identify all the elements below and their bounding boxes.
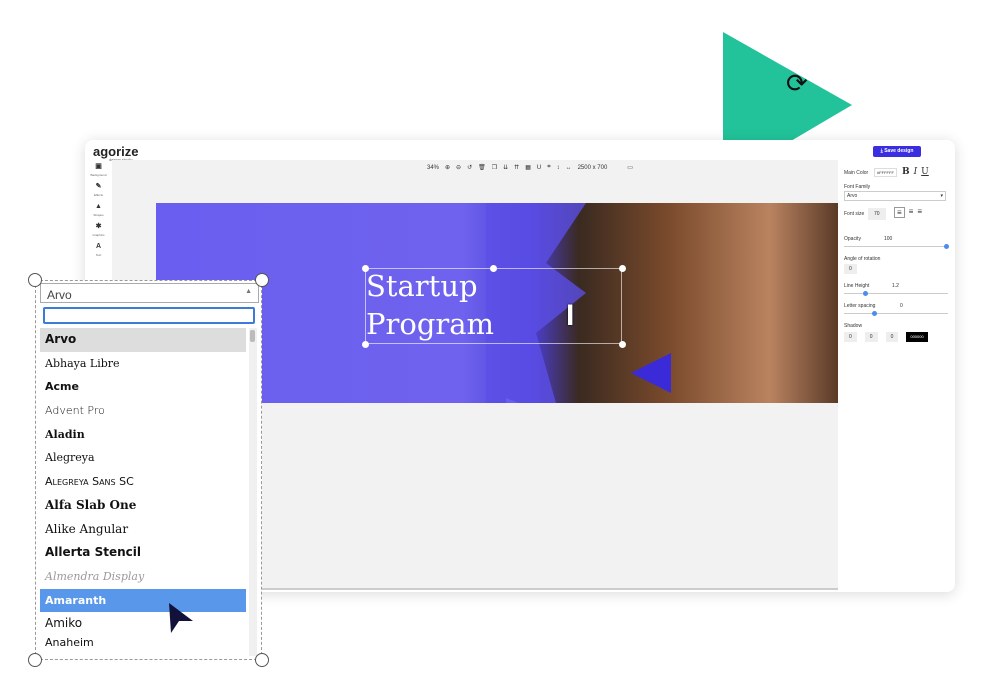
shadow-color-input[interactable]: 000000	[906, 332, 928, 342]
font-size-input[interactable]: 70	[868, 208, 886, 220]
delete-icon[interactable]: 🗑	[478, 164, 486, 171]
mouse-pointer-icon	[169, 603, 193, 633]
height-icon[interactable]: ↕	[557, 165, 560, 171]
font-option[interactable]: Amiko	[40, 612, 246, 636]
resize-handle[interactable]	[362, 341, 369, 348]
font-size-label: Font size	[844, 211, 865, 217]
font-family-dropdown: Arvo ▲ Arvo Abhaya Libre Acme Advent Pro …	[35, 280, 262, 660]
font-option[interactable]: Anaheim	[40, 636, 246, 650]
toolbar: 34% ⊕ ⊖ ↺ 🗑 ❐ ⇊ ⇈ ▦ U ⌗ ↕ ↔ 2500 x 700 ▭	[427, 164, 633, 171]
font-family-label: Font Family	[844, 184, 871, 190]
resize-handle[interactable]	[255, 273, 269, 287]
sidebar-item-text[interactable]: A Text	[85, 242, 112, 262]
zoom-in-icon[interactable]: ⊕	[445, 164, 450, 171]
opacity-slider[interactable]	[844, 244, 949, 249]
font-option[interactable]: Arvo	[40, 328, 246, 352]
font-option[interactable]: Abhaya Libre	[40, 352, 246, 376]
zoom-level: 34%	[427, 164, 440, 171]
save-design-button[interactable]: ⤓ Save design	[873, 146, 921, 157]
font-option[interactable]: Almendra Display	[40, 565, 246, 589]
rotation-input[interactable]: 0	[844, 264, 857, 274]
resize-handle[interactable]	[619, 265, 626, 272]
opacity-value: 100	[884, 236, 893, 242]
italic-button[interactable]: I	[914, 167, 918, 177]
bring-front-icon[interactable]: ⇈	[514, 164, 519, 171]
sidebar-item-background[interactable]: ▣ Background	[85, 162, 112, 182]
shadow-x-input[interactable]: 0	[844, 332, 857, 342]
undo-icon[interactable]: ↺	[467, 164, 472, 171]
letter-spacing-label: Letter spacing	[844, 303, 876, 309]
properties-panel: ⤓ Save design Main Color #FFFFFF BIU Fon…	[838, 140, 955, 592]
font-search-input[interactable]	[43, 307, 255, 324]
shadow-blur-input[interactable]: 0	[885, 332, 899, 342]
underline-button[interactable]: U	[921, 167, 929, 177]
line-height-slider[interactable]	[844, 291, 948, 296]
letter-spacing-value: 0	[900, 303, 903, 309]
shadow-label: Shadow	[844, 323, 863, 329]
bold-button[interactable]: B	[902, 167, 910, 177]
align-left-icon[interactable]: ≡	[894, 207, 905, 218]
text-selection-box[interactable]	[365, 268, 622, 344]
text-cursor-icon: I	[566, 299, 575, 332]
duplicate-icon[interactable]: ❐	[492, 164, 497, 171]
main-color-input[interactable]: #FFFFFF	[874, 168, 897, 177]
letter-spacing-slider[interactable]	[844, 311, 948, 316]
font-option[interactable]: Alegreya Sans SC	[40, 470, 246, 494]
shadow-y-input[interactable]: 0	[864, 332, 878, 342]
font-option[interactable]: Advent Pro	[40, 399, 246, 423]
font-option[interactable]: Alike Angular	[40, 518, 246, 542]
font-option[interactable]: Allerta Stencil	[40, 541, 246, 565]
send-back-icon[interactable]: ⇊	[503, 164, 508, 171]
align-center-icon[interactable]: ≡	[909, 207, 914, 218]
grid-icon[interactable]: ▦	[525, 164, 531, 171]
font-option[interactable]: Alegreya	[40, 446, 246, 470]
width-icon[interactable]: ↔	[566, 165, 572, 171]
font-family-select[interactable]: Arvo ▾	[844, 191, 946, 201]
font-option[interactable]: Acme	[40, 375, 246, 399]
main-color-label: Main Color	[844, 170, 869, 176]
sidebar-item-shapes[interactable]: ▲ Shapes	[85, 202, 112, 222]
crop-icon[interactable]: ⌗	[547, 164, 550, 171]
font-option[interactable]: Aladin	[40, 423, 246, 447]
monitor-icon[interactable]: ▭	[627, 164, 633, 171]
magic-wand-icon: ✎	[95, 183, 102, 190]
line-height-value: 1.2	[892, 283, 899, 289]
dropdown-scrollbar[interactable]	[249, 328, 257, 656]
font-options-list: Arvo Abhaya Libre Acme Advent Pro Aladin…	[40, 328, 246, 650]
rotation-label: Angle of rotation	[844, 256, 881, 262]
font-select-current[interactable]: Arvo ▲	[40, 283, 259, 303]
line-height-label: Line Height	[844, 283, 870, 289]
sidebar-item-effects[interactable]: ✎ Effects	[85, 182, 112, 202]
text-icon: A	[95, 243, 102, 250]
sidebar: ▣ Background ✎ Effects ▲ Shapes ✱ Graphics A…	[85, 162, 112, 262]
rotate-cursor-icon: ⟳	[786, 68, 808, 98]
resize-handle[interactable]	[362, 265, 369, 272]
resize-handle[interactable]	[619, 341, 626, 348]
align-right-icon[interactable]: ≡	[917, 207, 922, 218]
magnet-icon[interactable]: U	[537, 165, 541, 171]
opacity-label: Opacity	[844, 236, 861, 242]
graphics-icon: ✱	[95, 223, 102, 230]
font-option[interactable]: Alfa Slab One	[40, 494, 246, 518]
rotate-handle[interactable]	[490, 265, 497, 272]
caret-up-icon: ▲	[245, 288, 252, 295]
sidebar-item-graphics[interactable]: ✱ Graphics	[85, 222, 112, 242]
font-option-highlighted[interactable]: Amaranth	[40, 588, 246, 613]
shapes-icon: ▲	[95, 203, 102, 210]
image-icon: ▣	[95, 163, 102, 170]
resize-handle[interactable]	[28, 653, 42, 667]
resize-handle[interactable]	[255, 653, 269, 667]
zoom-out-icon[interactable]: ⊖	[456, 164, 461, 171]
canvas-dimensions: 2500 x 700	[577, 164, 608, 171]
resize-handle[interactable]	[28, 273, 42, 287]
